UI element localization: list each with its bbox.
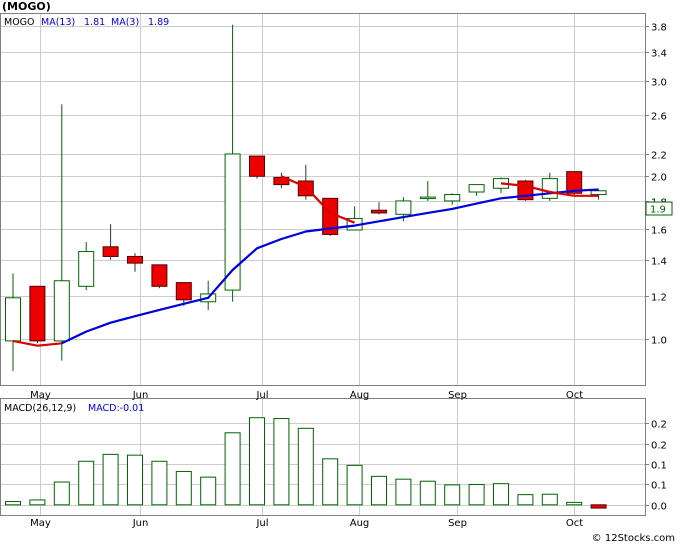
macd-legend-label: MACD(26,12,9)	[4, 403, 76, 414]
price-tick-label: 3.8	[651, 23, 667, 34]
macd-bar	[395, 478, 412, 506]
price-tick-label: 2.6	[651, 112, 667, 123]
legend-symbol: MOGO	[4, 17, 35, 28]
macd-bar	[224, 432, 241, 506]
candle	[517, 179, 534, 201]
candle-body	[151, 264, 168, 287]
macd-legend-value: MACD:-0.01	[88, 403, 144, 414]
candle-body	[127, 255, 143, 264]
candle	[151, 264, 168, 289]
legend-ma13-label: MA(13)	[41, 17, 75, 28]
candle-body	[102, 246, 119, 257]
legend-ma13-value: 1.81	[84, 17, 105, 28]
copyright-footer: © 12Stocks.com	[592, 533, 675, 544]
chart-title: (MOGO)	[2, 0, 51, 13]
month-label: Sep	[448, 390, 467, 401]
candle-body	[53, 280, 70, 342]
macd-bar	[590, 504, 607, 509]
macd-bar	[346, 464, 363, 506]
macd-bar	[419, 480, 436, 506]
macd-bar	[493, 483, 509, 506]
macd-bar	[5, 501, 21, 506]
month-label: Jul	[255, 518, 268, 529]
macd-bar	[78, 460, 95, 506]
candle-body	[590, 190, 607, 196]
candle-body	[419, 196, 436, 200]
macd-tick-label: 0.2	[651, 420, 667, 431]
month-label: May	[30, 390, 51, 401]
macd-bar	[127, 454, 143, 506]
legend-ma3-label: MA(3)	[111, 17, 139, 28]
candle	[29, 285, 46, 344]
macd-bar	[468, 483, 485, 506]
month-label: Aug	[350, 518, 370, 529]
macd-tick-label: 0.1	[651, 481, 667, 492]
macd-bar	[151, 460, 168, 506]
price-tag: 1.9	[650, 205, 666, 216]
candle-body	[5, 297, 21, 342]
price-tick-label: 2.2	[651, 151, 667, 162]
price-tick-label: 2.0	[651, 173, 667, 184]
candle-body	[249, 155, 265, 177]
candle-body	[175, 282, 192, 301]
macd-tick-label: 0.0	[651, 502, 667, 513]
month-label: Oct	[566, 518, 583, 529]
month-label: Aug	[350, 390, 370, 401]
month-label: Jul	[255, 390, 268, 401]
month-label: Jun	[132, 390, 149, 401]
macd-bar	[517, 494, 534, 506]
price-tick-label: 1.0	[651, 336, 667, 347]
macd-bar	[249, 417, 265, 506]
macd-tick-label: 0.1	[651, 461, 667, 472]
price-tick-label: 1.2	[651, 293, 667, 304]
month-label: Jun	[132, 518, 149, 529]
candle-body	[395, 200, 412, 215]
macd-bar	[200, 476, 217, 506]
month-label: Oct	[566, 390, 583, 401]
month-label: Sep	[448, 518, 467, 529]
month-label: May	[30, 518, 51, 529]
candle	[322, 197, 339, 236]
macd-bar	[273, 418, 290, 506]
candle-body	[371, 209, 387, 214]
chart-canvas: 1.01.21.41.61.82.02.22.63.03.43.8MayMayJ…	[0, 0, 680, 546]
macd-bar	[297, 427, 314, 506]
macd-bar	[102, 453, 119, 506]
macd-bar	[175, 470, 192, 506]
price-tick-label: 1.4	[651, 257, 667, 268]
stock-chart: 1.01.21.41.61.82.02.22.63.03.43.8MayMayJ…	[0, 0, 680, 546]
macd-bar	[566, 501, 583, 506]
candle-body	[444, 194, 461, 202]
candle	[249, 155, 265, 179]
macd-bar	[322, 458, 339, 506]
macd-bar	[444, 484, 461, 506]
price-tick-label: 1.6	[651, 226, 667, 237]
price-tick-label: 3.0	[651, 78, 667, 89]
macd-bar	[371, 475, 387, 506]
candle-body	[29, 285, 46, 342]
macd-bar	[53, 481, 70, 506]
candle-body	[541, 178, 558, 199]
macd-bar	[541, 493, 558, 506]
price-tick-label: 3.4	[651, 49, 667, 60]
legend-ma3-value: 1.89	[148, 17, 169, 28]
candle-body	[78, 251, 95, 287]
macd-tick-label: 0.2	[651, 441, 667, 452]
candle-body	[468, 184, 485, 193]
macd-bar	[29, 499, 46, 506]
